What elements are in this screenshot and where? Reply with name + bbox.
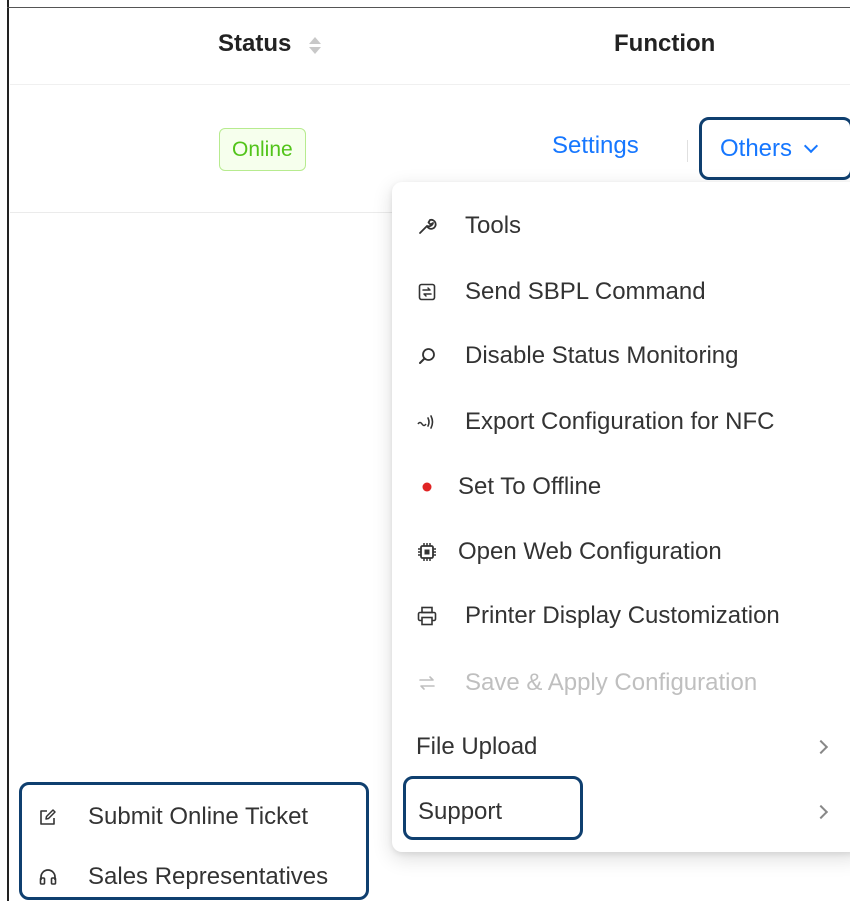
others-label: Others — [720, 134, 793, 162]
support-submenu: Submit Online Ticket Sales Representativ… — [19, 782, 369, 900]
status-badge: Online — [219, 128, 306, 171]
wrench-icon — [416, 215, 438, 237]
menu-item-label: Support — [418, 798, 503, 825]
menu-item-label: Disable Status Monitoring — [465, 342, 739, 369]
menu-item-set-to-offline[interactable]: Set To Offline — [392, 457, 850, 517]
submenu-item-label: Submit Online Ticket — [88, 803, 309, 830]
menu-item-label: Send SBPL Command — [465, 278, 706, 305]
red-dot-icon — [416, 476, 438, 498]
menu-item-label: Open Web Configuration — [458, 538, 722, 565]
menu-item-label: Export Configuration for NFC — [465, 408, 775, 435]
function-column-header: Function — [614, 30, 716, 57]
frame-top-border — [7, 7, 850, 8]
printer-icon — [416, 605, 438, 627]
menu-item-open-web-configuration[interactable]: Open Web Configuration — [392, 522, 850, 582]
sort-descending-icon — [309, 46, 322, 54]
menu-item-printer-display-customization[interactable]: Printer Display Customization — [392, 586, 850, 646]
sort-ascending-icon — [309, 36, 322, 44]
edit-icon — [37, 806, 59, 828]
menu-item-tools[interactable]: Tools — [392, 196, 850, 256]
menu-item-label: Save & Apply Configuration — [465, 669, 758, 696]
menu-item-save-apply-configuration[interactable]: Save & Apply Configuration — [392, 653, 850, 713]
chip-icon — [416, 541, 438, 563]
menu-item-label: Printer Display Customization — [465, 602, 780, 629]
swap-icon — [416, 672, 438, 694]
menu-item-label: File Upload — [416, 733, 538, 760]
header-divider — [10, 84, 850, 85]
chevron-right-icon — [813, 739, 829, 755]
function-divider — [687, 140, 688, 162]
sort-icon[interactable] — [309, 36, 322, 54]
monitor-search-icon — [416, 345, 438, 367]
others-dropdown-menu: Tools Send SBPL Command Disable Status M… — [392, 182, 850, 852]
status-header-label: Status — [218, 30, 292, 57]
settings-link[interactable]: Settings — [552, 132, 639, 160]
menu-item-label: Set To Offline — [458, 473, 602, 500]
menu-item-file-upload[interactable]: File Upload — [392, 717, 850, 777]
chevron-right-icon — [813, 804, 829, 820]
headset-icon — [37, 866, 59, 888]
menu-item-disable-status-monitoring[interactable]: Disable Status Monitoring — [392, 326, 850, 386]
command-icon — [416, 281, 438, 303]
status-column-header[interactable]: Status — [218, 30, 322, 58]
menu-item-export-configuration-nfc[interactable]: Export Configuration for NFC — [392, 392, 850, 452]
menu-item-label: Tools — [465, 212, 522, 239]
frame-left-border — [7, 0, 9, 901]
others-dropdown-button[interactable]: Others — [699, 117, 850, 180]
menu-item-send-sbpl-command[interactable]: Send SBPL Command — [392, 262, 850, 322]
nfc-icon — [416, 411, 438, 433]
submenu-item-label: Sales Representatives — [88, 863, 329, 890]
submenu-item-submit-online-ticket[interactable]: Submit Online Ticket — [22, 791, 366, 843]
submenu-item-sales-representatives[interactable]: Sales Representatives — [22, 851, 366, 901]
menu-item-support[interactable]: Support — [392, 782, 850, 842]
chevron-down-icon — [803, 138, 819, 153]
